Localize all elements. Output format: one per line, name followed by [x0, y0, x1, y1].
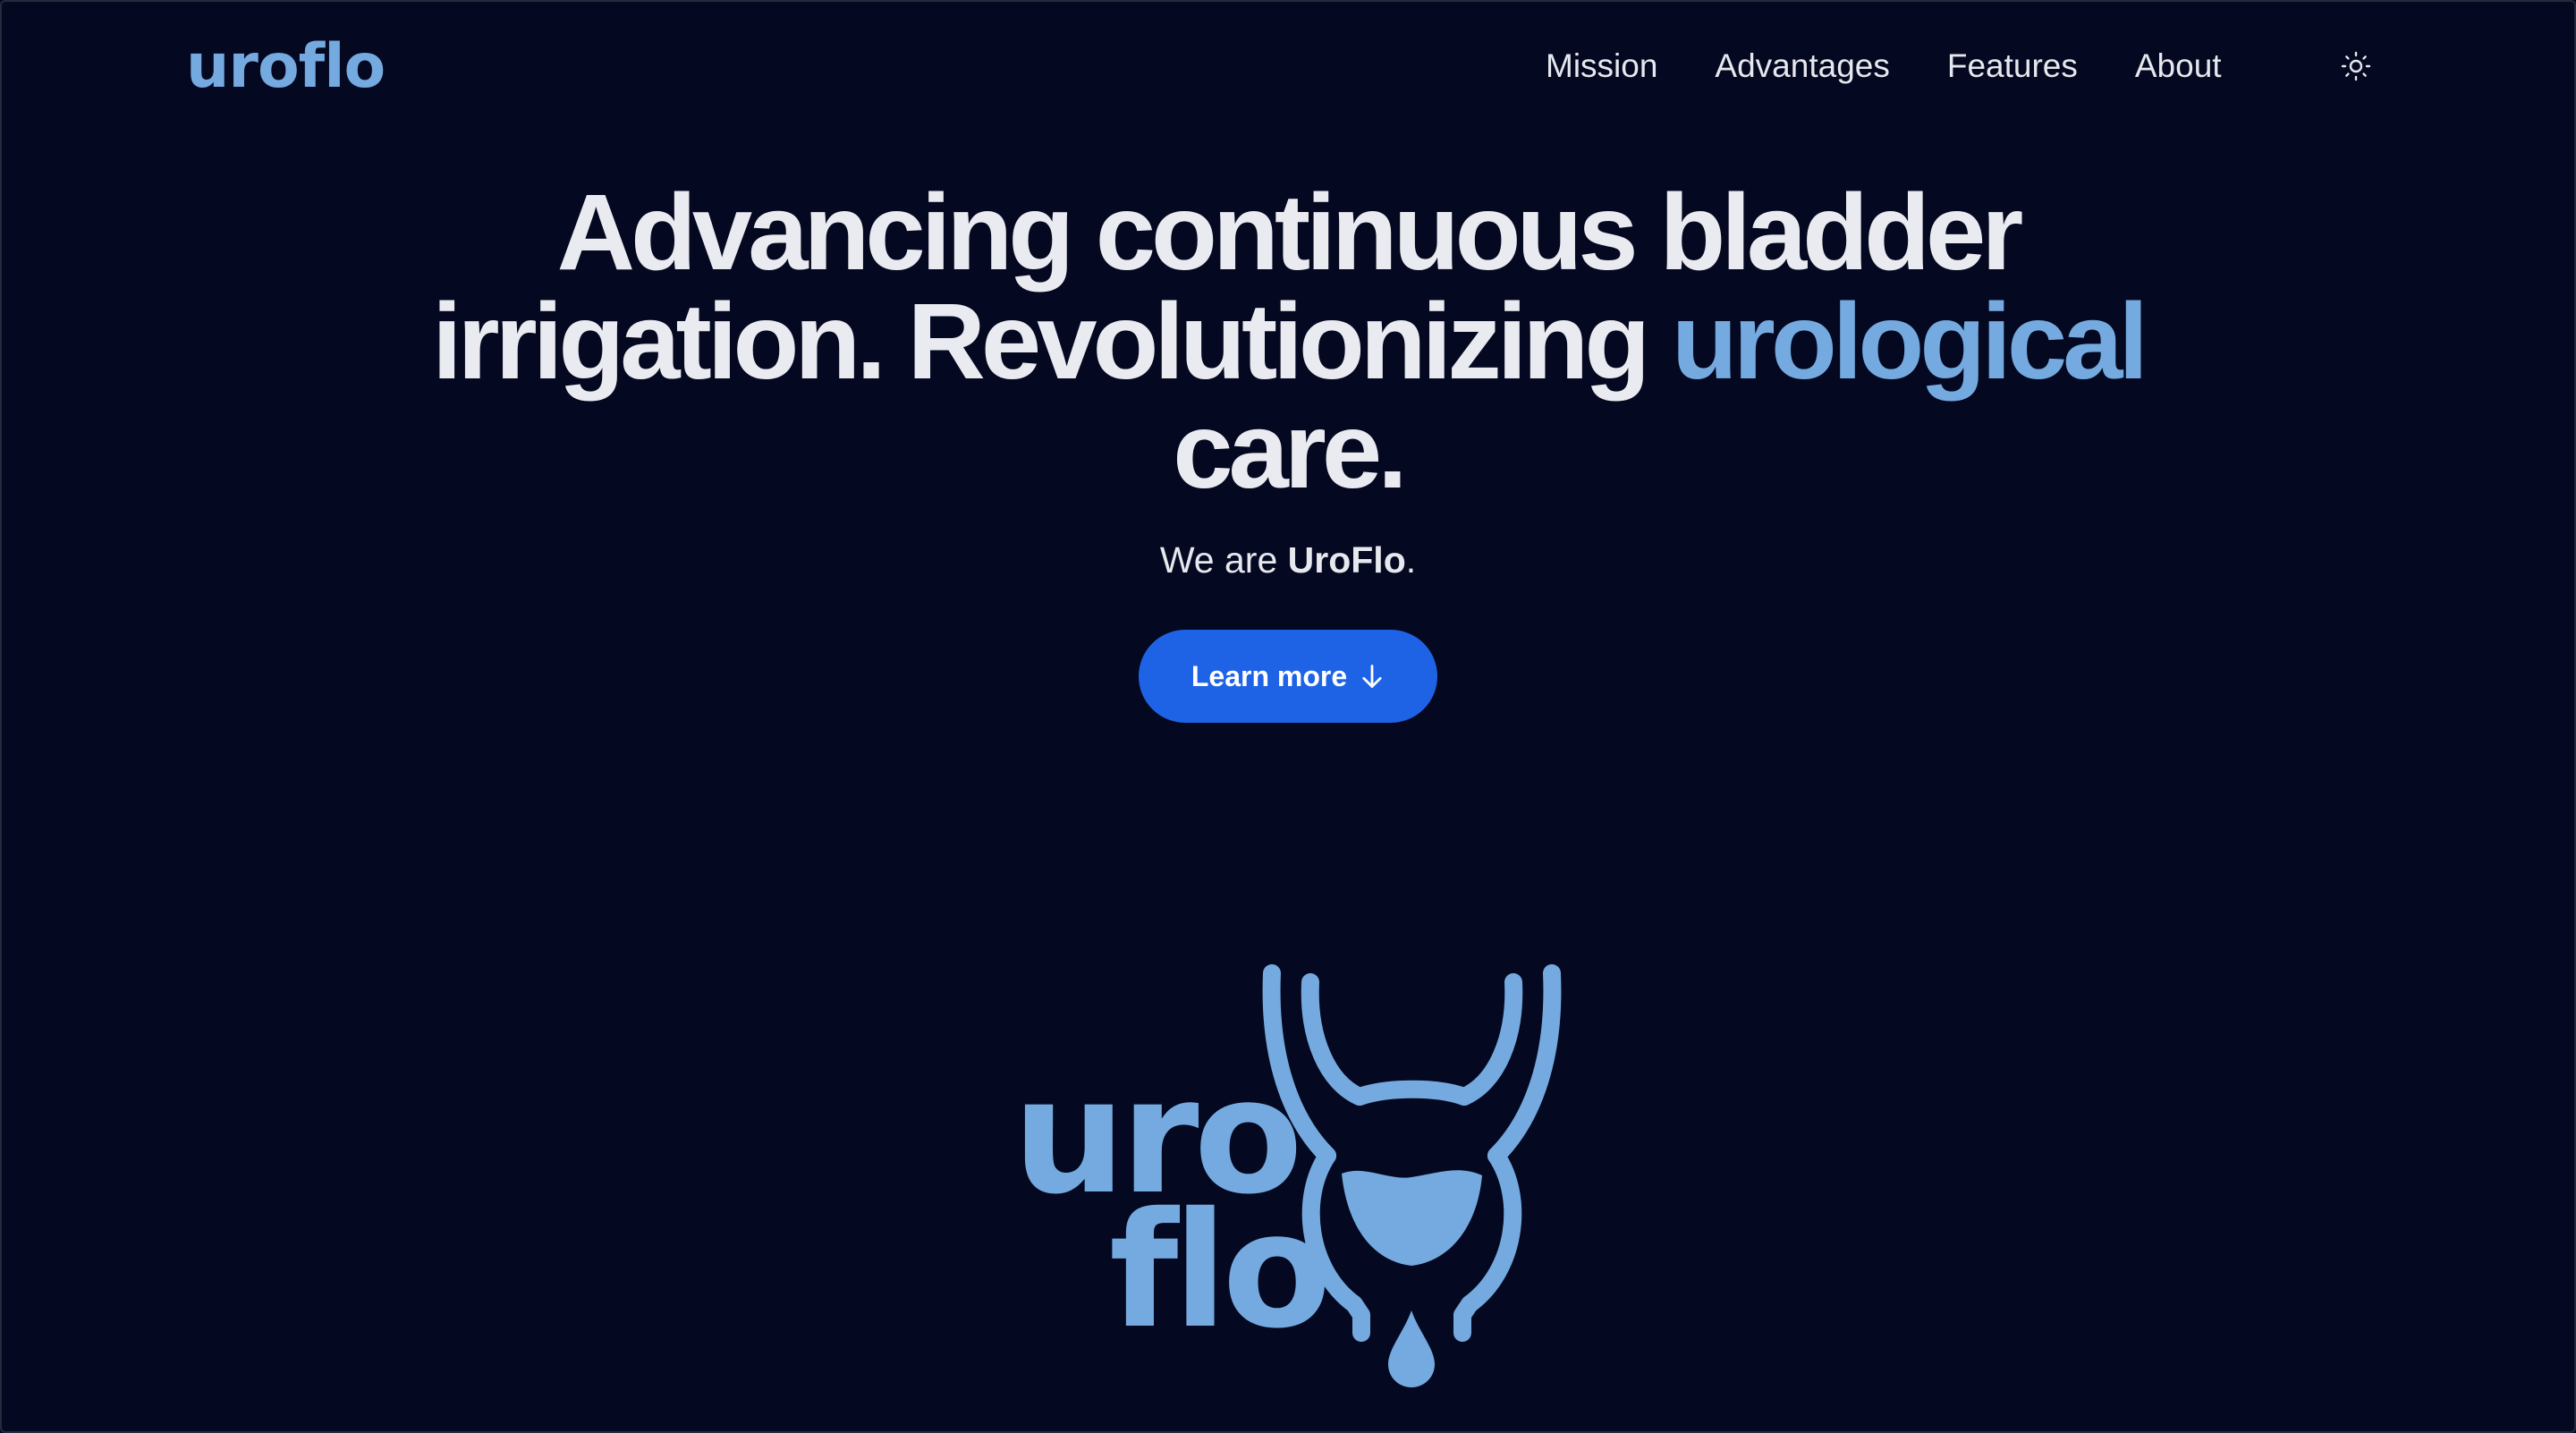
nav-link-advantages[interactable]: Advantages: [1715, 41, 1889, 91]
nav-link-about[interactable]: About: [2135, 41, 2222, 91]
hero-tagline: We are UroFlo.: [2, 535, 2574, 585]
headline-line-2: irrigation. Revolutionizing: [431, 280, 1672, 402]
site-header: uroflo Mission Advantages Features About: [2, 2, 2574, 136]
nav-link-features[interactable]: Features: [1947, 41, 2078, 91]
hero-headline: Advancing continuous bladder irrigation.…: [2, 177, 2574, 505]
arrow-down-icon: [1360, 663, 1385, 690]
hero-section: Advancing continuous bladder irrigation.…: [2, 177, 2574, 723]
theme-toggle-button[interactable]: [2338, 48, 2374, 84]
tagline-suffix: .: [1405, 539, 1417, 581]
sun-icon: [2341, 51, 2371, 81]
tagline-brand: UroFlo: [1287, 539, 1406, 581]
bladder-drop-icon: [1262, 964, 1562, 1387]
tagline-prefix: We are: [1159, 539, 1288, 581]
uroflo-logo-mark: uro flo: [1004, 957, 1576, 1404]
nav-link-mission[interactable]: Mission: [1546, 41, 1657, 91]
headline-line-1: Advancing continuous bladder: [556, 171, 2024, 293]
learn-more-button[interactable]: Learn more: [1139, 630, 1437, 723]
headline-accent-word: urological: [1671, 280, 2148, 402]
main-nav: Mission Advantages Features About: [1546, 41, 2279, 91]
brand-logo-link[interactable]: uroflo: [186, 27, 386, 107]
headline-line-3: care.: [1173, 389, 1408, 511]
browser-frame: uroflo Mission Advantages Features About: [0, 0, 2576, 1433]
learn-more-label: Learn more: [1191, 659, 1348, 692]
